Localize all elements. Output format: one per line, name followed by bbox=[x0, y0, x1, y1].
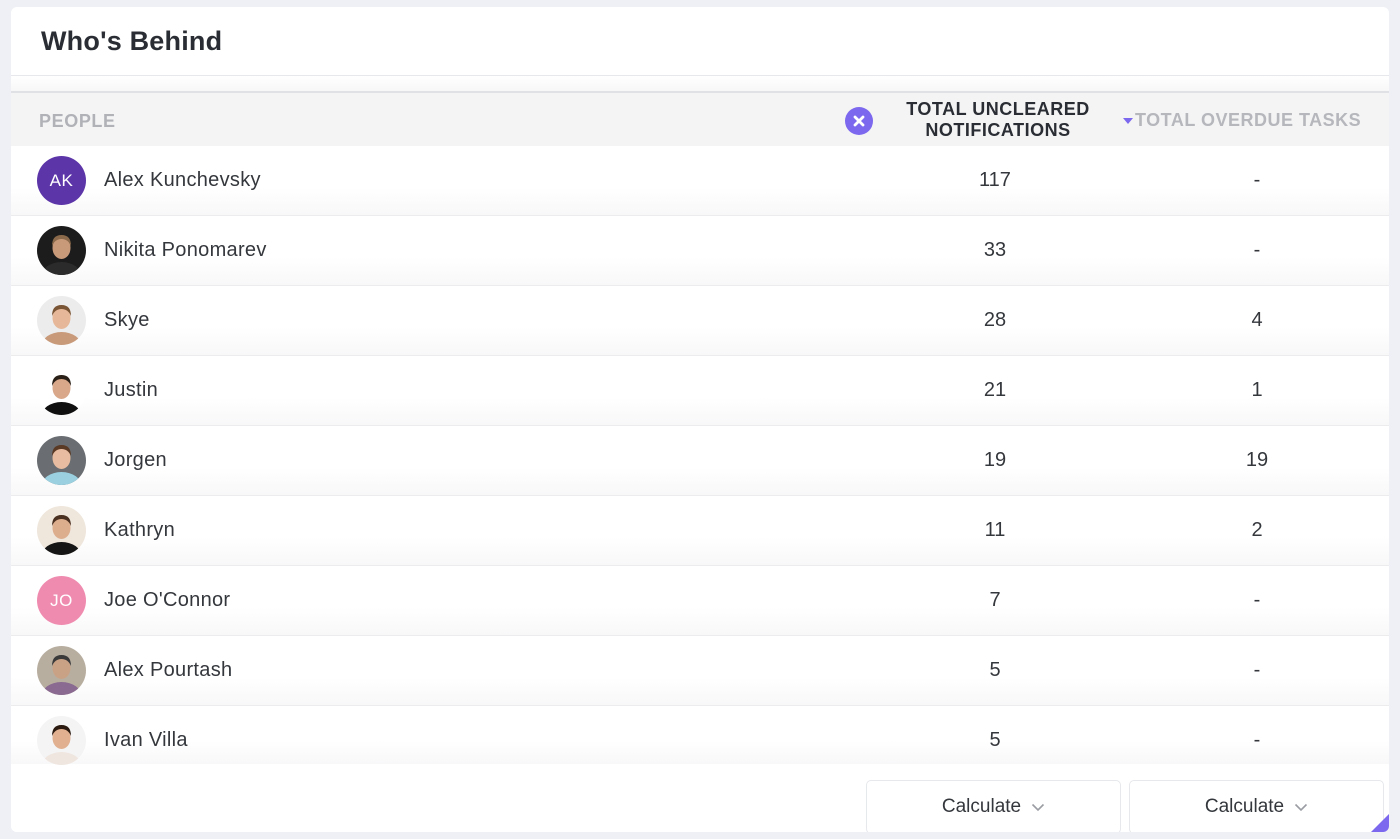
overdue-tasks-value: - bbox=[1253, 239, 1261, 261]
avatar-initials: AK bbox=[49, 170, 74, 190]
user-photo-icon bbox=[37, 226, 86, 275]
uncleared-notifications-value: 21 bbox=[983, 379, 1007, 401]
overdue-tasks-value: 1 bbox=[1251, 379, 1263, 401]
table-row[interactable]: Alex Pourtash 5 - bbox=[11, 636, 1389, 706]
close-icon bbox=[853, 115, 865, 127]
table-row[interactable]: AK Alex Kunchevsky 117 - bbox=[11, 146, 1389, 216]
user-photo-icon bbox=[37, 366, 86, 415]
column-header-people[interactable]: PEOPLE bbox=[39, 111, 116, 132]
calculate-label: Calculate bbox=[941, 796, 1022, 817]
avatar[interactable] bbox=[37, 716, 86, 765]
person-name[interactable]: Nikita Ponomarev bbox=[104, 239, 267, 262]
uncleared-notifications-value: 5 bbox=[989, 729, 1001, 751]
column-header-notifications[interactable]: TOTAL UNCLEARED NOTIFICATIONS bbox=[881, 99, 1115, 141]
person-name[interactable]: Justin bbox=[104, 379, 158, 402]
avatar[interactable] bbox=[37, 226, 86, 275]
uncleared-notifications-value: 33 bbox=[983, 239, 1007, 261]
person-name[interactable]: Alex Pourtash bbox=[104, 659, 232, 682]
user-photo-icon bbox=[37, 506, 86, 555]
person-name[interactable]: Alex Kunchevsky bbox=[104, 169, 261, 192]
avatar[interactable] bbox=[37, 296, 86, 345]
user-photo-icon bbox=[37, 646, 86, 695]
calculate-overdue-dropdown[interactable]: Calculate bbox=[1129, 780, 1384, 832]
chevron-down-icon bbox=[1031, 803, 1045, 812]
table-row[interactable]: Justin 21 1 bbox=[11, 356, 1389, 426]
calculate-notifications-dropdown[interactable]: Calculate bbox=[866, 780, 1121, 832]
table-row[interactable]: Nikita Ponomarev 33 - bbox=[11, 216, 1389, 286]
overdue-tasks-value: - bbox=[1253, 729, 1261, 751]
header-divider bbox=[11, 76, 1389, 93]
overdue-tasks-value: 19 bbox=[1245, 449, 1269, 471]
column-header-notifications-line2: NOTIFICATIONS bbox=[925, 120, 1071, 140]
remove-column-button[interactable] bbox=[845, 107, 873, 135]
overdue-tasks-value: - bbox=[1253, 169, 1261, 191]
table-row[interactable]: JO Joe O'Connor 7 - bbox=[11, 566, 1389, 636]
chevron-down-icon bbox=[1294, 803, 1308, 812]
caret-down-icon bbox=[1123, 117, 1133, 124]
whos-behind-widget: Who's Behind PEOPLE TOTAL UNCLEARED NOTI… bbox=[11, 7, 1389, 832]
table-footer: Calculate Calculate bbox=[11, 773, 1389, 832]
table-header: PEOPLE TOTAL UNCLEARED NOTIFICATIONS TOT… bbox=[11, 93, 1389, 146]
table-row[interactable]: Skye 28 4 bbox=[11, 286, 1389, 356]
widget-title: Who's Behind bbox=[41, 25, 223, 56]
column-header-overdue-label: TOTAL OVERDUE TASKS bbox=[1135, 110, 1362, 130]
column-header-overdue[interactable]: TOTAL OVERDUE TASKS bbox=[1123, 110, 1361, 131]
table-row[interactable]: Jorgen 19 19 bbox=[11, 426, 1389, 496]
avatar[interactable]: AK bbox=[37, 156, 86, 205]
avatar[interactable] bbox=[37, 506, 86, 555]
user-photo-icon bbox=[37, 296, 86, 345]
resize-handle[interactable] bbox=[1371, 814, 1389, 832]
uncleared-notifications-value: 117 bbox=[979, 169, 1011, 191]
overdue-tasks-value: 4 bbox=[1251, 309, 1263, 331]
calculate-label: Calculate bbox=[1204, 796, 1285, 817]
widget-header: Who's Behind bbox=[11, 7, 1389, 76]
column-header-notifications-line1: TOTAL UNCLEARED bbox=[906, 99, 1090, 119]
person-name[interactable]: Jorgen bbox=[104, 449, 167, 472]
avatar[interactable] bbox=[37, 436, 86, 485]
avatar[interactable]: JO bbox=[37, 576, 86, 625]
uncleared-notifications-value: 28 bbox=[983, 309, 1007, 331]
person-name[interactable]: Joe O'Connor bbox=[104, 589, 230, 612]
overdue-tasks-value: 2 bbox=[1251, 519, 1263, 541]
user-photo-icon bbox=[37, 716, 86, 765]
uncleared-notifications-value: 5 bbox=[989, 659, 1001, 681]
uncleared-notifications-value: 19 bbox=[983, 449, 1007, 471]
person-name[interactable]: Ivan Villa bbox=[104, 729, 188, 752]
person-name[interactable]: Skye bbox=[104, 309, 150, 332]
overdue-tasks-value: - bbox=[1253, 589, 1261, 611]
uncleared-notifications-value: 11 bbox=[984, 519, 1006, 541]
user-photo-icon bbox=[37, 436, 86, 485]
avatar[interactable] bbox=[37, 366, 86, 415]
avatar[interactable] bbox=[37, 646, 86, 695]
table-row[interactable]: Kathryn 11 2 bbox=[11, 496, 1389, 566]
avatar-initials: JO bbox=[50, 590, 73, 610]
person-name[interactable]: Kathryn bbox=[104, 519, 175, 542]
people-list: AK Alex Kunchevsky 117- Nikita Ponomarev 33-… bbox=[11, 146, 1389, 765]
table-row[interactable]: Ivan Villa 5 - bbox=[11, 706, 1389, 765]
overdue-tasks-value: - bbox=[1253, 659, 1261, 681]
uncleared-notifications-value: 7 bbox=[989, 589, 1001, 611]
